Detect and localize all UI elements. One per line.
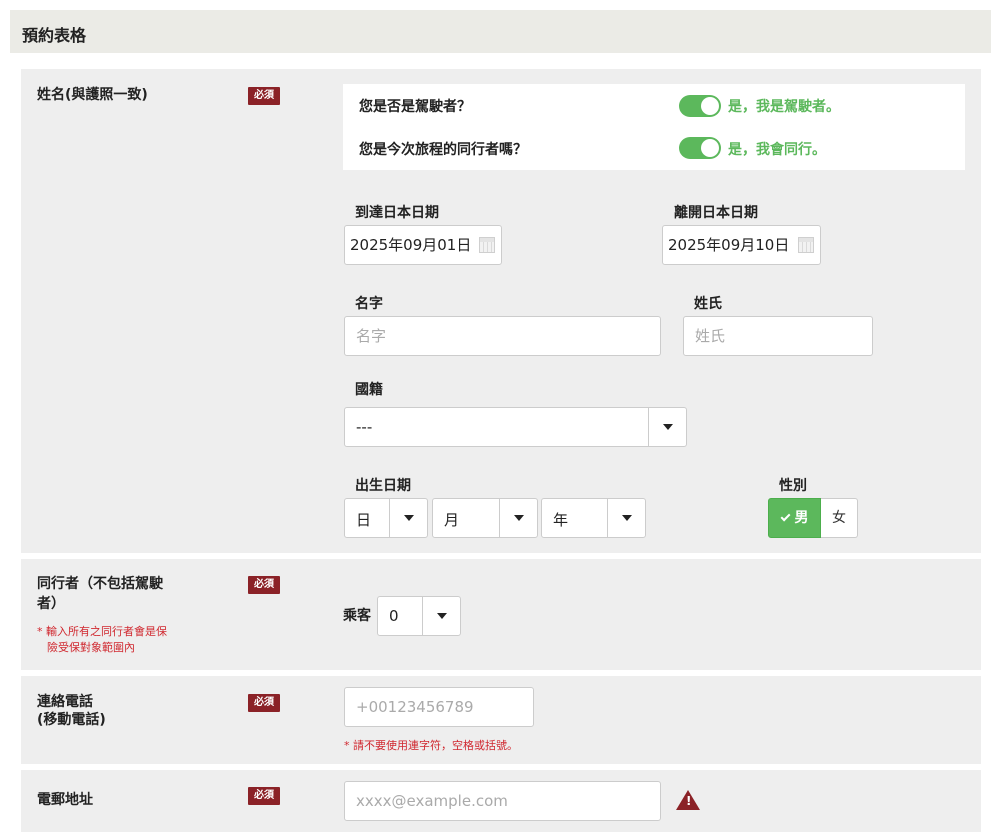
arrival-date-input[interactable]: 2025年09月01日	[344, 225, 502, 265]
dropdown-button[interactable]	[499, 499, 537, 537]
last-name-input[interactable]	[683, 316, 873, 356]
dropdown-button[interactable]	[607, 499, 645, 537]
companion-question: 您是今次旅程的同行者嗎？	[359, 142, 527, 158]
dob-month-value: 月	[444, 511, 460, 529]
email-section: 電郵地址 必須 !	[21, 770, 981, 832]
gender-female-label: 女	[832, 510, 846, 526]
name-label: 姓名(與護照一致)	[37, 87, 148, 103]
traveler-questions: 您是否是駕駛者？ 是，我是駕駛者。 您是今次旅程的同行者嗎？ 是，我會同行。	[343, 84, 965, 170]
driver-toggle[interactable]	[679, 95, 721, 117]
first-name-input[interactable]	[344, 316, 661, 356]
gender-male-label: 男	[794, 510, 809, 526]
calendar-icon[interactable]	[798, 237, 814, 253]
dropdown-button[interactable]	[422, 597, 460, 635]
required-badge: 必須	[248, 87, 280, 105]
nationality-select[interactable]: ---	[344, 407, 687, 447]
passengers-select[interactable]: 0	[377, 596, 461, 636]
required-badge: 必須	[248, 787, 280, 805]
dropdown-button[interactable]	[389, 499, 427, 537]
phone-input[interactable]	[344, 687, 534, 727]
toggle-knob	[701, 97, 719, 115]
gender-female-button[interactable]: 女	[821, 498, 858, 538]
chevron-down-icon	[663, 424, 673, 430]
chevron-down-icon	[404, 515, 414, 521]
phone-note: * 請不要使用連字符，空格或括號。	[344, 739, 518, 752]
toggle-knob	[701, 139, 719, 157]
check-icon	[780, 511, 790, 522]
gender-male-button[interactable]: 男	[768, 498, 821, 538]
nationality-label: 國籍	[355, 382, 383, 398]
chevron-down-icon	[437, 613, 447, 619]
dropdown-button[interactable]	[648, 408, 686, 446]
dob-year-select[interactable]: 年	[541, 498, 646, 538]
chevron-down-icon	[514, 515, 524, 521]
last-name-label: 姓氏	[694, 296, 722, 312]
calendar-icon[interactable]	[479, 237, 495, 253]
first-name-label: 名字	[355, 296, 383, 312]
form-header: 預約表格	[10, 10, 991, 53]
companions-label-line1: 同行者（不包括駕駛	[37, 576, 163, 592]
dob-day-select[interactable]: 日	[344, 498, 428, 538]
companion-toggle-label: 是，我會同行。	[728, 142, 826, 158]
dob-label: 出生日期	[355, 478, 411, 494]
warning-icon: !	[676, 790, 700, 810]
arrival-date-value: 2025年09月01日	[350, 236, 472, 254]
passengers-label: 乘客	[343, 608, 371, 624]
required-badge: 必須	[248, 694, 280, 712]
companions-note-line2: 險受保對象範圍內	[47, 641, 135, 654]
nationality-value: ---	[356, 418, 373, 436]
warning-mark: !	[686, 794, 692, 808]
email-input[interactable]	[344, 781, 661, 821]
companions-label-line2: 者）	[37, 596, 65, 612]
arrival-date-label: 到達日本日期	[355, 205, 439, 221]
departure-date-input[interactable]: 2025年09月10日	[662, 225, 821, 265]
companions-section: 同行者（不包括駕駛 者） * 輸入所有之同行者會是保 險受保對象範圍內 必須 乘…	[21, 559, 981, 670]
departure-date-value: 2025年09月10日	[668, 236, 790, 254]
companion-toggle[interactable]	[679, 137, 721, 159]
email-label: 電郵地址	[37, 792, 93, 808]
driver-question: 您是否是駕駛者？	[359, 99, 471, 115]
dob-month-select[interactable]: 月	[432, 498, 538, 538]
phone-label-line1: 連絡電話	[37, 694, 93, 710]
required-badge: 必須	[248, 576, 280, 594]
dob-day-value: 日	[356, 511, 372, 529]
driver-toggle-label: 是，我是駕駛者。	[728, 99, 840, 115]
companions-note-line1: * 輸入所有之同行者會是保	[37, 625, 167, 638]
name-section: 姓名(與護照一致) 必須 您是否是駕駛者？ 是，我是駕駛者。 您是今次旅程的同行…	[21, 69, 981, 553]
departure-date-label: 離開日本日期	[674, 205, 758, 221]
phone-section: 連絡電話 (移動電話) 必須 * 請不要使用連字符，空格或括號。	[21, 676, 981, 764]
dob-year-value: 年	[553, 511, 569, 529]
gender-label: 性別	[779, 478, 807, 494]
passengers-value: 0	[389, 607, 399, 625]
form-title: 預約表格	[22, 26, 87, 45]
phone-label-line2: (移動電話)	[37, 712, 106, 728]
chevron-down-icon	[622, 515, 632, 521]
